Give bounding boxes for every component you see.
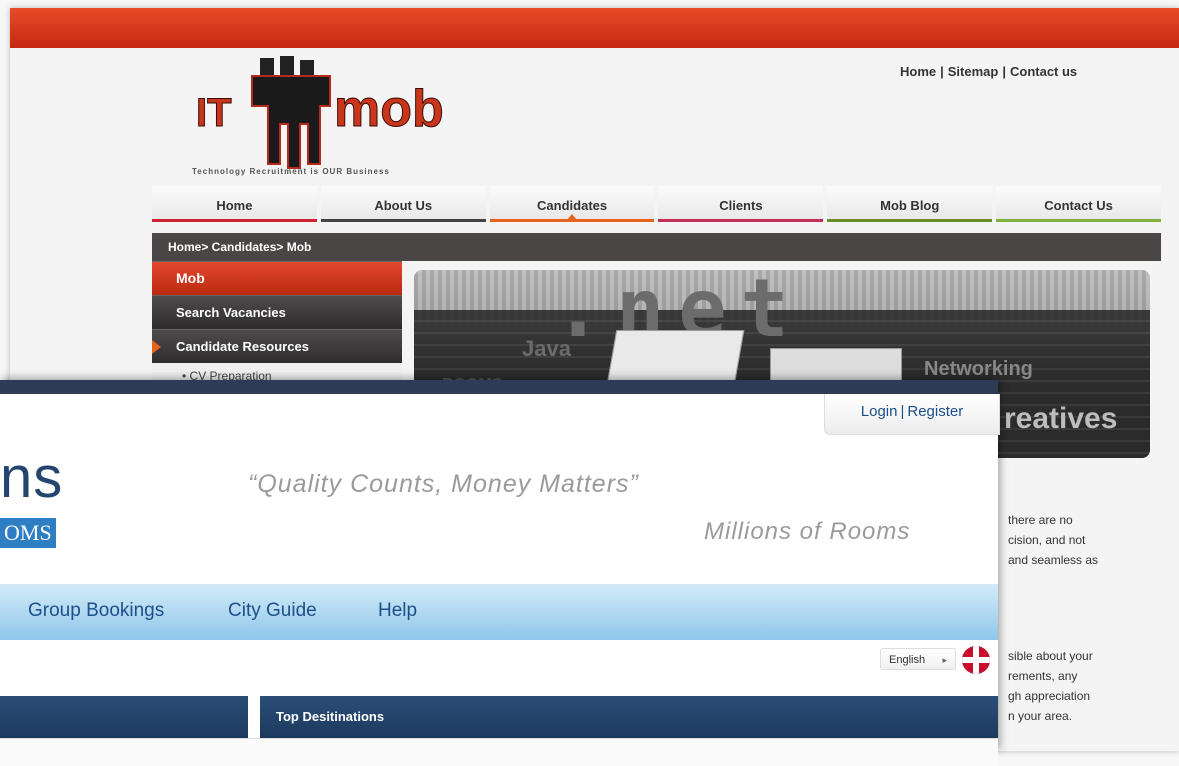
uk-flag-icon[interactable] [962, 646, 990, 674]
body-text-block-2: sible about your rements, any gh appreci… [1008, 646, 1168, 726]
language-row: English ▸ [0, 640, 998, 682]
body-line: gh appreciation [1008, 689, 1091, 703]
body-line: sible about your [1008, 649, 1093, 663]
top-destinations-header: Top Desitinations [260, 696, 998, 738]
side-item-search-vacancies[interactable]: Search Vacancies [152, 295, 402, 329]
top-link-separator: | [940, 64, 944, 79]
logo-mob-text: mob [334, 80, 444, 138]
side-menu: Mob Search Vacancies Candidate Resources… [152, 261, 402, 389]
tab-label: Contact Us [1044, 198, 1113, 213]
side-item-mob[interactable]: Mob [152, 261, 402, 295]
left-panel-header [0, 696, 248, 738]
side-item-candidate-resources[interactable]: Candidate Resources [152, 329, 402, 363]
register-link[interactable]: Register [907, 403, 963, 420]
body-line: rements, any [1008, 669, 1078, 683]
logo-it-text: IT [196, 91, 232, 135]
login-link[interactable]: Login [861, 403, 898, 420]
banner-word-networking: Networking [924, 358, 1033, 380]
tab-clients[interactable]: Clients [658, 186, 824, 222]
nav-city-guide[interactable]: City Guide [228, 600, 317, 622]
top-red-bar [10, 8, 1179, 48]
logo-tagline: Technology Recruitment is OUR Business [192, 167, 390, 176]
body-text-block-1: there are no cision, and not and seamles… [1008, 510, 1168, 570]
main-nav: Home About Us Candidates Clients Mob Blo… [152, 186, 1161, 222]
banner-word-creatives: reatives [1004, 402, 1118, 435]
body-line: cision, and not [1008, 533, 1086, 547]
hotel-nav: Group Bookings City Guide Help [0, 584, 998, 640]
top-link-home[interactable]: Home [900, 64, 936, 79]
site-logo-text[interactable]: ns [0, 444, 63, 511]
side-item-label: Candidate Resources [176, 339, 309, 354]
top-link-contact[interactable]: Contact us [1010, 64, 1077, 79]
breadcrumb: Home> Candidates> Mob [152, 233, 1161, 261]
nav-group-bookings[interactable]: Group Bookings [28, 600, 164, 622]
site-tagline: “Quality Counts, Money Matters” [248, 470, 639, 498]
language-selector[interactable]: English ▸ [880, 648, 956, 670]
language-label: English [889, 654, 926, 666]
side-item-label: Search Vacancies [176, 305, 286, 320]
arrow-right-icon [152, 340, 161, 354]
people-silhouette-icon [251, 56, 331, 169]
active-caret-icon [567, 214, 578, 220]
login-register-box: Login | Register [824, 394, 1000, 435]
site-subtagline: Millions of Rooms [704, 518, 911, 545]
tab-candidates[interactable]: Candidates [489, 186, 655, 222]
tab-contact-us[interactable]: Contact Us [996, 186, 1161, 222]
chevron-right-icon: ▸ [942, 655, 947, 665]
top-link-sitemap[interactable]: Sitemap [948, 64, 999, 79]
tab-label: Candidates [537, 198, 608, 213]
tab-home[interactable]: Home [152, 186, 317, 222]
tab-mob-blog[interactable]: Mob Blog [827, 186, 993, 222]
body-line: there are no [1008, 513, 1073, 527]
login-separator: | [900, 403, 905, 420]
tab-label: Mob Blog [880, 198, 940, 213]
banner-word-java: Java [522, 336, 571, 361]
tab-about-us[interactable]: About Us [320, 186, 486, 222]
tab-label: Home [216, 198, 253, 213]
panel-content-row [0, 738, 998, 766]
hotel-page: Login | Register ns OMS “Quality Counts, M… [0, 380, 1000, 766]
body-line: and seamless as [1008, 553, 1099, 567]
tab-label: Clients [719, 198, 763, 213]
body-line: n your area. [1008, 709, 1073, 723]
tab-label: About Us [374, 198, 433, 213]
site-logo-badge[interactable]: OMS [0, 518, 56, 548]
side-item-label: Mob [176, 270, 205, 286]
top-links: Home | Sitemap | Contact us [900, 64, 1077, 79]
nav-help[interactable]: Help [378, 600, 417, 622]
top-link-separator: | [1002, 64, 1006, 79]
